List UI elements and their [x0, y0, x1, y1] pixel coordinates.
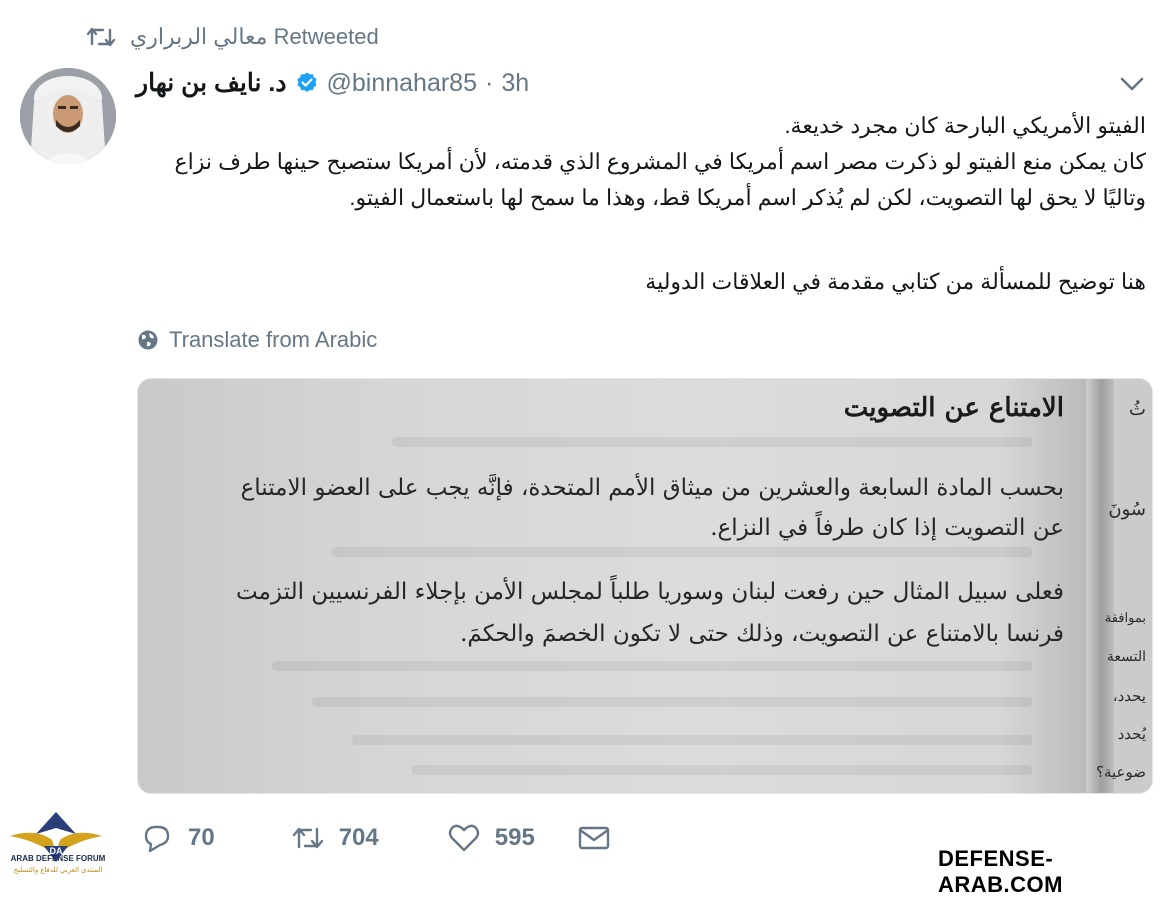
right-page-fragment: يُحدد	[1117, 725, 1146, 743]
verified-badge-icon	[297, 72, 316, 92]
right-page-fragment: ضوعية؟	[1096, 763, 1146, 781]
right-page-fragment: ثُ	[1129, 399, 1146, 420]
heart-icon	[448, 824, 479, 852]
retweet-icon	[86, 27, 116, 47]
tweet-text-line-4: هنا توضيح للمسألة من كتابي مقدمة في العل…	[645, 269, 1146, 294]
envelope-icon	[578, 826, 609, 850]
retweeted-label: Retweeted	[273, 24, 379, 49]
right-page-fragment: التسعة	[1106, 649, 1146, 665]
like-button[interactable]: 595	[447, 821, 535, 855]
reply-count: 70	[188, 824, 215, 851]
reply-button[interactable]: 70	[140, 821, 215, 855]
like-count: 595	[494, 824, 535, 851]
book-paragraph-1-line-2: عن التصويت إذا كان طرفاً في النزاع.	[710, 515, 1064, 541]
tweet-timestamp[interactable]: 3h	[501, 69, 529, 98]
direct-message-button[interactable]	[577, 821, 611, 855]
display-name[interactable]: د. نايف بن نهار	[136, 68, 287, 98]
book-right-page: ثُ سُونَ بموافقة التسعة يحدد، يُحدد ضوعي…	[1096, 379, 1152, 793]
translate-link[interactable]: Translate from Arabic	[137, 324, 377, 356]
avatar-image	[20, 68, 116, 164]
tweet-text-line-1: الفيتو الأمريكي البارحة كان مجرد خديعة.	[784, 113, 1146, 138]
book-paragraph-2-line-1: فعلى سبيل المثال حين رفعت لبنان وسوريا ط…	[236, 579, 1064, 605]
chevron-down-icon[interactable]	[1118, 70, 1146, 98]
watermark-site: DEFENSE-ARAB.COM	[938, 846, 1063, 897]
watermark-forum-ar: المنتدى العربي للدفاع والتسليح	[13, 867, 103, 874]
translate-label: Translate from Arabic	[169, 327, 378, 352]
watermark-forum-en: ARAB DEFENSE FORUM	[10, 854, 106, 863]
retweeter-name[interactable]: معالي الربراري	[130, 24, 267, 49]
tweet-header: د. نايف بن نهار @binnahar85 · 3h	[136, 66, 529, 100]
tweet-media-image[interactable]: الامتناع عن التصويت بحسب المادة السابعة …	[137, 378, 1153, 794]
right-page-fragment: بموافقة	[1104, 611, 1146, 626]
separator-dot: ·	[485, 68, 494, 97]
book-gutter	[1086, 379, 1114, 793]
book-paragraph-1-line-1: بحسب المادة السابعة والعشرين من ميثاق ال…	[240, 475, 1064, 501]
user-handle[interactable]: @binnahar85	[327, 69, 478, 98]
tweet-text-line-3: وتاليًا لا يحق لها التصويت، لكن لم يُذكر…	[349, 185, 1146, 210]
globe-icon	[138, 330, 158, 350]
tweet-actions: 70 704 595	[140, 816, 611, 860]
retweet-button[interactable]: 704	[291, 821, 379, 855]
tweet-text-line-2: كان يمكن منع الفيتو لو ذكرت مصر اسم أمري…	[174, 149, 1146, 174]
retweet-context: معالي الربراري Retweeted	[86, 22, 379, 52]
retweet-icon	[292, 827, 323, 849]
avatar[interactable]	[20, 68, 116, 164]
right-page-fragment: يحدد،	[1112, 687, 1146, 705]
right-page-fragment: سُونَ	[1108, 499, 1146, 520]
book-heading: الامتناع عن التصويت	[843, 393, 1064, 423]
retweet-count: 704	[338, 824, 379, 851]
book-paragraph-2-line-2: فرنسا بالامتناع عن التصويت، وذلك حتى لا …	[460, 621, 1064, 647]
reply-icon	[144, 825, 170, 853]
